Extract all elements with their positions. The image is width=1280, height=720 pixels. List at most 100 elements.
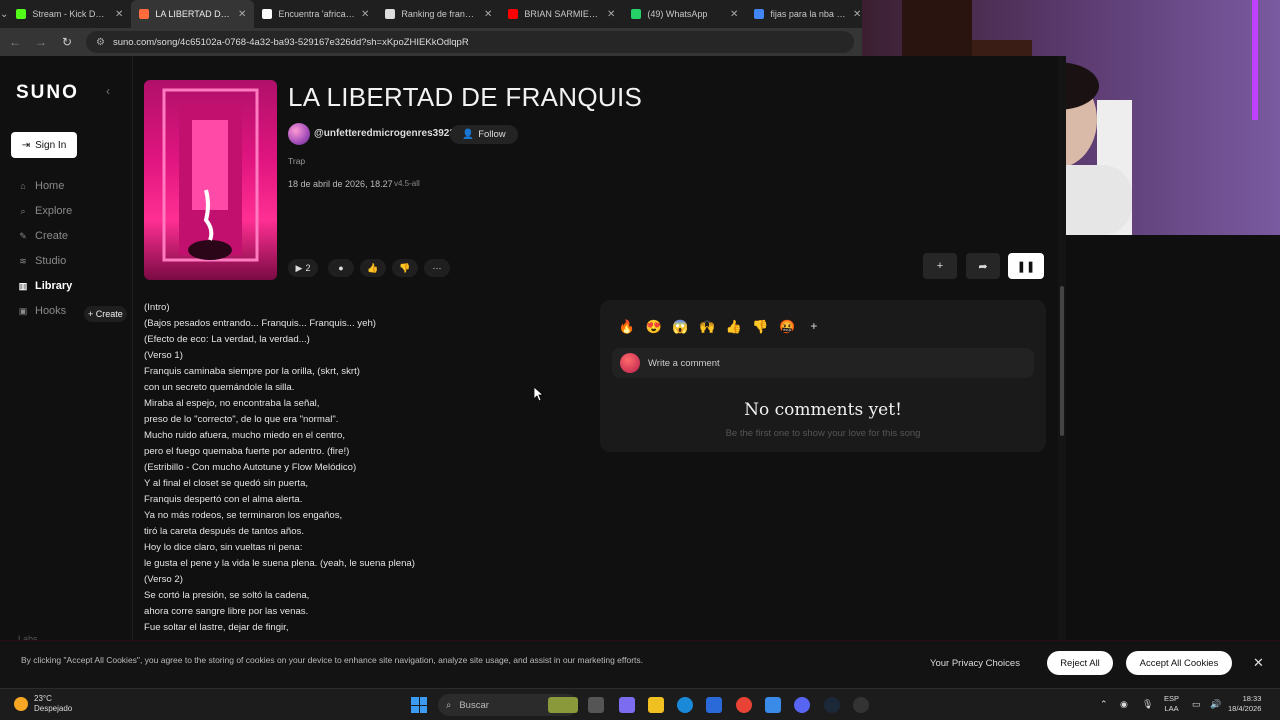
sidebar-item-hooks[interactable]: ▣ Hooks — [18, 305, 66, 317]
search-icon: ⌕ — [446, 699, 452, 711]
lyric-line: pero el fuego quemaba fuerte por adentro… — [144, 446, 350, 457]
share-button[interactable]: ➦ — [966, 253, 1000, 279]
hooks-create-button[interactable]: + Create — [84, 306, 127, 322]
like-button[interactable]: 👍 — [360, 259, 386, 277]
tab-close-icon[interactable]: ✕ — [484, 9, 492, 20]
network-tray-icon[interactable]: ◉ — [1120, 699, 1128, 710]
address-bar[interactable]: ⚙ suno.com/song/4c65102a-0768-4a32-ba93-… — [86, 31, 854, 53]
reject-all-button[interactable]: Reject All — [1047, 651, 1113, 675]
tab-title: (49) WhatsApp — [647, 9, 708, 19]
browser-tab[interactable]: (49) WhatsApp ✕ — [623, 0, 746, 28]
weather-icon — [14, 697, 28, 711]
tab-favicon-icon — [385, 9, 396, 19]
file-explorer-icon[interactable] — [648, 697, 664, 713]
obs-icon[interactable] — [853, 697, 869, 713]
comment-input[interactable]: Write a comment — [612, 348, 1034, 378]
windows-start-icon[interactable] — [411, 697, 427, 713]
close-icon[interactable]: ✕ — [1253, 655, 1264, 671]
browser-tab[interactable]: fijas para la nba hoy ✕ — [746, 0, 869, 28]
tab-close-icon[interactable]: ✕ — [607, 9, 615, 20]
chrome-icon[interactable] — [736, 697, 752, 713]
reaction-emoji[interactable]: 🔥 — [618, 319, 636, 335]
back-icon[interactable]: ← — [8, 35, 22, 49]
dislike-button[interactable]: 👎 — [392, 259, 418, 277]
steam-icon[interactable] — [824, 697, 840, 713]
reaction-emoji[interactable]: 🙌 — [698, 319, 716, 335]
sidebar-item-label: Create — [35, 230, 69, 242]
home-icon: ⌂ — [20, 181, 26, 191]
task-view-icon[interactable] — [588, 697, 604, 713]
tab-search-icon[interactable]: ⌄ — [0, 0, 8, 28]
system-clock[interactable]: 18:33 18/4/2026 — [1228, 694, 1261, 714]
tab-close-icon[interactable]: ✕ — [115, 9, 123, 20]
tab-favicon-icon — [508, 9, 519, 19]
browser-tab-strip: ⌄ Stream - Kick Dashboard✕LA LIBERTAD DE… — [0, 0, 862, 28]
suno-logo[interactable]: SUNO — [16, 82, 79, 104]
tab-close-icon[interactable]: ✕ — [361, 9, 369, 20]
add-to-playlist-button[interactable]: + — [923, 253, 957, 279]
lyric-line: (Verso 2) — [144, 574, 183, 585]
tab-close-icon[interactable]: ✕ — [730, 9, 738, 20]
sidebar-item-studio[interactable]: ≋ Studio — [18, 255, 66, 267]
reaction-emoji[interactable]: 🤬 — [778, 319, 796, 335]
reaction-emoji[interactable]: 😱 — [671, 319, 689, 335]
artist-avatar[interactable] — [288, 123, 310, 145]
volume-icon[interactable]: 🔊 — [1210, 699, 1221, 710]
microphone-icon[interactable]: 🎙 — [1142, 699, 1153, 710]
lyric-line: Fue soltar el lastre, dejar de fingir, — [144, 622, 289, 633]
browser-tab[interactable]: BRIAN SARMIENTO y ✕ — [500, 0, 623, 28]
store-icon[interactable] — [706, 697, 722, 713]
pause-icon: ❚❚ — [1016, 260, 1036, 273]
sidebar-item-home[interactable]: ⌂ Home — [18, 180, 64, 192]
display-icon[interactable]: ▭ — [1192, 699, 1201, 710]
sign-in-button[interactable]: ⇥ Sign In — [11, 132, 77, 158]
pause-button[interactable]: ❚❚ — [1008, 253, 1044, 279]
sidebar-item-explore[interactable]: ⌕ Explore — [18, 205, 72, 217]
notepad-icon[interactable] — [765, 697, 781, 713]
mouse-cursor-icon — [534, 387, 544, 401]
play-icon: ▶ — [295, 262, 303, 273]
clock-time: 18:33 — [1242, 694, 1262, 703]
tab-close-icon[interactable]: ✕ — [853, 9, 861, 20]
genre-tag[interactable]: Trap — [288, 156, 305, 166]
collapse-sidebar-icon[interactable]: ‹ — [106, 84, 110, 98]
weather-widget[interactable]: 23°C Despejado — [14, 694, 72, 714]
site-info-icon[interactable]: ⚙ — [96, 37, 105, 48]
page-scrollbar[interactable] — [1058, 56, 1066, 640]
more-options-button[interactable]: ⋯ — [424, 259, 450, 277]
tab-title: Ranking de franquicias — [401, 9, 478, 19]
tab-title: fijas para la nba hoy — [770, 9, 847, 19]
browser-tab[interactable]: LA LIBERTAD DE FRANQUIS ✕ — [131, 0, 255, 28]
forward-icon[interactable]: → — [34, 35, 48, 49]
accept-all-cookies-button[interactable]: Accept All Cookies — [1126, 651, 1232, 675]
clock-date: 18/4/2026 — [1228, 704, 1262, 713]
copilot-icon[interactable] — [619, 697, 635, 713]
library-icon: ▥ — [18, 280, 28, 291]
sidebar-item-create[interactable]: ✎ Create — [18, 230, 68, 242]
hooks-icon: ▣ — [18, 305, 28, 316]
edge-icon[interactable] — [677, 697, 693, 713]
lyric-line: (Intro) — [144, 302, 170, 313]
language-indicator[interactable]: ESP LAA — [1164, 694, 1179, 714]
add-reaction-icon[interactable]: + — [805, 319, 823, 333]
reload-icon[interactable]: ↻ — [60, 35, 74, 49]
scrollbar-thumb[interactable] — [1060, 286, 1064, 436]
lyric-line: (Bajos pesados entrando... Franquis... F… — [144, 318, 376, 329]
browser-tab[interactable]: Stream - Kick Dashboard ✕ — [8, 0, 131, 28]
follow-button[interactable]: 👤 Follow — [450, 125, 518, 144]
song-cover-art[interactable] — [144, 80, 277, 280]
comment-button[interactable]: ● — [328, 259, 354, 277]
show-hidden-icons[interactable]: ⌃ — [1100, 699, 1108, 710]
song-title: LA LIBERTAD DE FRANQUIS — [288, 82, 643, 112]
reaction-emoji[interactable]: 👍 — [725, 319, 743, 335]
privacy-choices-button[interactable]: Your Privacy Choices — [918, 651, 1032, 675]
sidebar-item-library[interactable]: ▥ Library — [18, 280, 73, 292]
discord-icon[interactable] — [794, 697, 810, 713]
tab-close-icon[interactable]: ✕ — [238, 9, 246, 20]
reaction-emoji[interactable]: 👎 — [752, 319, 770, 335]
play-count-button[interactable]: ▶ 2 — [288, 259, 318, 277]
browser-tab[interactable]: Encuentra 'africa' en TikTok ✕ — [254, 0, 377, 28]
browser-tab[interactable]: Ranking de franquicias ✕ — [377, 0, 500, 28]
reaction-emoji[interactable]: 😍 — [645, 319, 663, 335]
artist-handle[interactable]: @unfetteredmicrogenres3923 — [314, 128, 455, 139]
